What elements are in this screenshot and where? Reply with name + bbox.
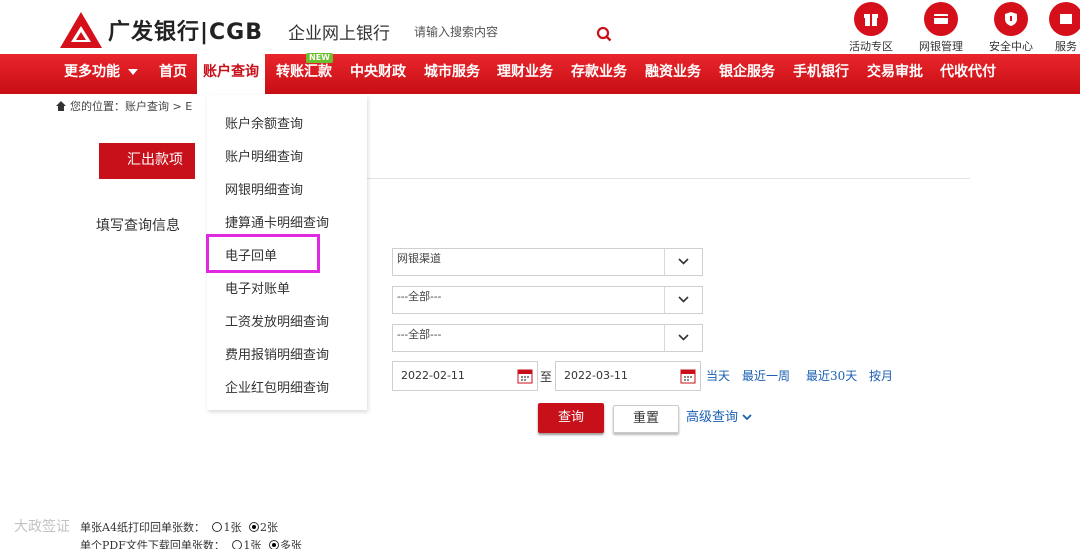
range-30days-link[interactable]: 最近30天 (806, 367, 857, 384)
advanced-query-link[interactable]: 高级查询 (686, 406, 752, 425)
nav-more-label: 更多功能 (64, 64, 120, 80)
nav-item-account-query[interactable]: 账户查询 (197, 54, 265, 94)
nav-item-wealth[interactable]: 理财业务 (497, 54, 553, 94)
type-select-value: ---全部--- (397, 290, 442, 303)
page: 广发银行|CGB 企业网上银行 活动专区 网银管理 安全中心 服务 更多功能 首… (0, 0, 1080, 549)
nav-item-deposit[interactable]: 存款业务 (571, 54, 627, 94)
nav-item-approval[interactable]: 交易审批 (867, 54, 923, 94)
pdf-download-label: 单个PDF文件下载回单张数： (80, 539, 225, 549)
menu-item-e-statement[interactable]: 电子对账单 (225, 278, 290, 297)
nav-item-collection[interactable]: 代收代付 (940, 54, 996, 94)
a4-choice-label: 2张 (259, 521, 278, 534)
menu-item-expense-detail[interactable]: 费用报销明细查询 (225, 344, 329, 363)
search-icon[interactable] (596, 26, 612, 42)
menu-item-e-receipt[interactable]: 电子回单 (225, 245, 277, 264)
nav-item-home[interactable]: 首页 (159, 54, 187, 94)
nav-item-financing[interactable]: 融资业务 (645, 54, 701, 94)
query-button[interactable]: 查询 (538, 403, 604, 433)
pdf-radio-1[interactable] (232, 540, 243, 549)
a4-choice-label: 1张 (223, 521, 242, 534)
brand-name: 广发银行|CGB (108, 20, 264, 45)
tab-outgoing-payments[interactable]: 汇出款项 (99, 143, 195, 179)
end-date-field[interactable]: 2022-03-11 (555, 361, 701, 391)
end-date-value: 2022-03-11 (564, 369, 628, 382)
type-select[interactable]: ---全部--- (392, 286, 703, 314)
calendar-icon[interactable] (517, 368, 533, 384)
a4-radio-1[interactable] (212, 522, 223, 532)
menu-item-redpacket-detail[interactable]: 企业红包明细查询 (225, 377, 329, 396)
breadcrumb-text: 您的位置：账户查询 > E (70, 100, 193, 113)
quick-link-label: 安全中心 (989, 40, 1033, 53)
header: 广发银行|CGB 企业网上银行 活动专区 网银管理 安全中心 服务 (0, 0, 1080, 54)
home-icon (56, 101, 66, 111)
date-range-separator: 至 (540, 370, 553, 384)
status-select-value: ---全部--- (397, 328, 442, 341)
nav-item-mobile-bank[interactable]: 手机银行 (793, 54, 849, 94)
nav-item-central-finance[interactable]: 中央财政 (350, 54, 406, 94)
pdf-choice-label: 1张 (243, 539, 262, 549)
channel-select[interactable]: 网银渠道 (392, 248, 703, 276)
shield-icon (1005, 12, 1017, 26)
search-input[interactable] (414, 22, 592, 42)
a4-print-option: 单张A4纸打印回单张数： 1张 2张 (80, 519, 278, 535)
gift-icon (864, 14, 878, 26)
caret-down-icon (128, 69, 138, 75)
watermark: 大政签证 (14, 519, 70, 535)
card-icon (934, 14, 948, 24)
menu-item-balance-query[interactable]: 账户余额查询 (225, 113, 303, 132)
menu-item-ebank-detail[interactable]: 网银明细查询 (225, 179, 303, 198)
start-date-field[interactable]: 2022-02-11 (392, 361, 538, 391)
account-query-dropdown: 账户余额查询 账户明细查询 网银明细查询 捷算通卡明细查询 电子回单 电子对账单… (207, 95, 367, 410)
a4-radio-2[interactable] (248, 522, 259, 532)
quick-link-label: 活动专区 (849, 40, 893, 53)
breadcrumb: 您的位置：账户查询 > E (56, 98, 192, 114)
status-select[interactable]: ---全部--- (392, 324, 703, 352)
channel-select-value: 网银渠道 (397, 252, 441, 265)
nav-item-city-service[interactable]: 城市服务 (424, 54, 480, 94)
nav-item-bank-enterprise[interactable]: 银企服务 (719, 54, 775, 94)
quick-link-ebank[interactable]: 网银管理 (906, 0, 976, 54)
service-icon (1060, 14, 1072, 24)
pdf-download-option: 单个PDF文件下载回单张数： 1张 多张 (80, 537, 302, 549)
chevron-down-icon[interactable] (664, 325, 702, 351)
range-month-link[interactable]: 按月 (869, 367, 893, 384)
new-badge: NEW (306, 53, 333, 63)
advanced-query-label: 高级查询 (686, 410, 739, 425)
section-title: 填写查询信息 (96, 218, 180, 234)
range-today-link[interactable]: 当天 (706, 367, 730, 384)
nav-more[interactable]: 更多功能 (64, 54, 138, 94)
chevron-down-icon (742, 414, 752, 421)
quick-link-security[interactable]: 安全中心 (976, 0, 1046, 54)
menu-item-payroll-detail[interactable]: 工资发放明细查询 (225, 311, 329, 330)
menu-item-account-detail[interactable]: 账户明细查询 (225, 146, 303, 165)
reset-button[interactable]: 重置 (613, 405, 679, 433)
pdf-radio-multi[interactable] (268, 540, 279, 549)
quick-link-activity[interactable]: 活动专区 (836, 0, 906, 54)
pdf-choice-label: 多张 (279, 539, 302, 549)
range-week-link[interactable]: 最近一周 (742, 367, 790, 384)
quick-link-label: 网银管理 (919, 40, 963, 53)
chevron-down-icon[interactable] (664, 287, 702, 313)
quick-link-service[interactable]: 服务 (1046, 0, 1080, 54)
quick-link-label: 服务 (1055, 40, 1077, 53)
main-nav: 更多功能 首页 账户查询 转账汇款 中央财政 城市服务 理财业务 存款业务 融资… (0, 54, 1080, 94)
menu-item-card-detail[interactable]: 捷算通卡明细查询 (225, 212, 329, 231)
a4-print-label: 单张A4纸打印回单张数： (80, 521, 205, 534)
calendar-icon[interactable] (680, 368, 696, 384)
subbrand: 企业网上银行 (288, 24, 390, 44)
start-date-value: 2022-02-11 (401, 369, 465, 382)
chevron-down-icon[interactable] (664, 249, 702, 275)
cgb-logo-icon (60, 12, 102, 48)
